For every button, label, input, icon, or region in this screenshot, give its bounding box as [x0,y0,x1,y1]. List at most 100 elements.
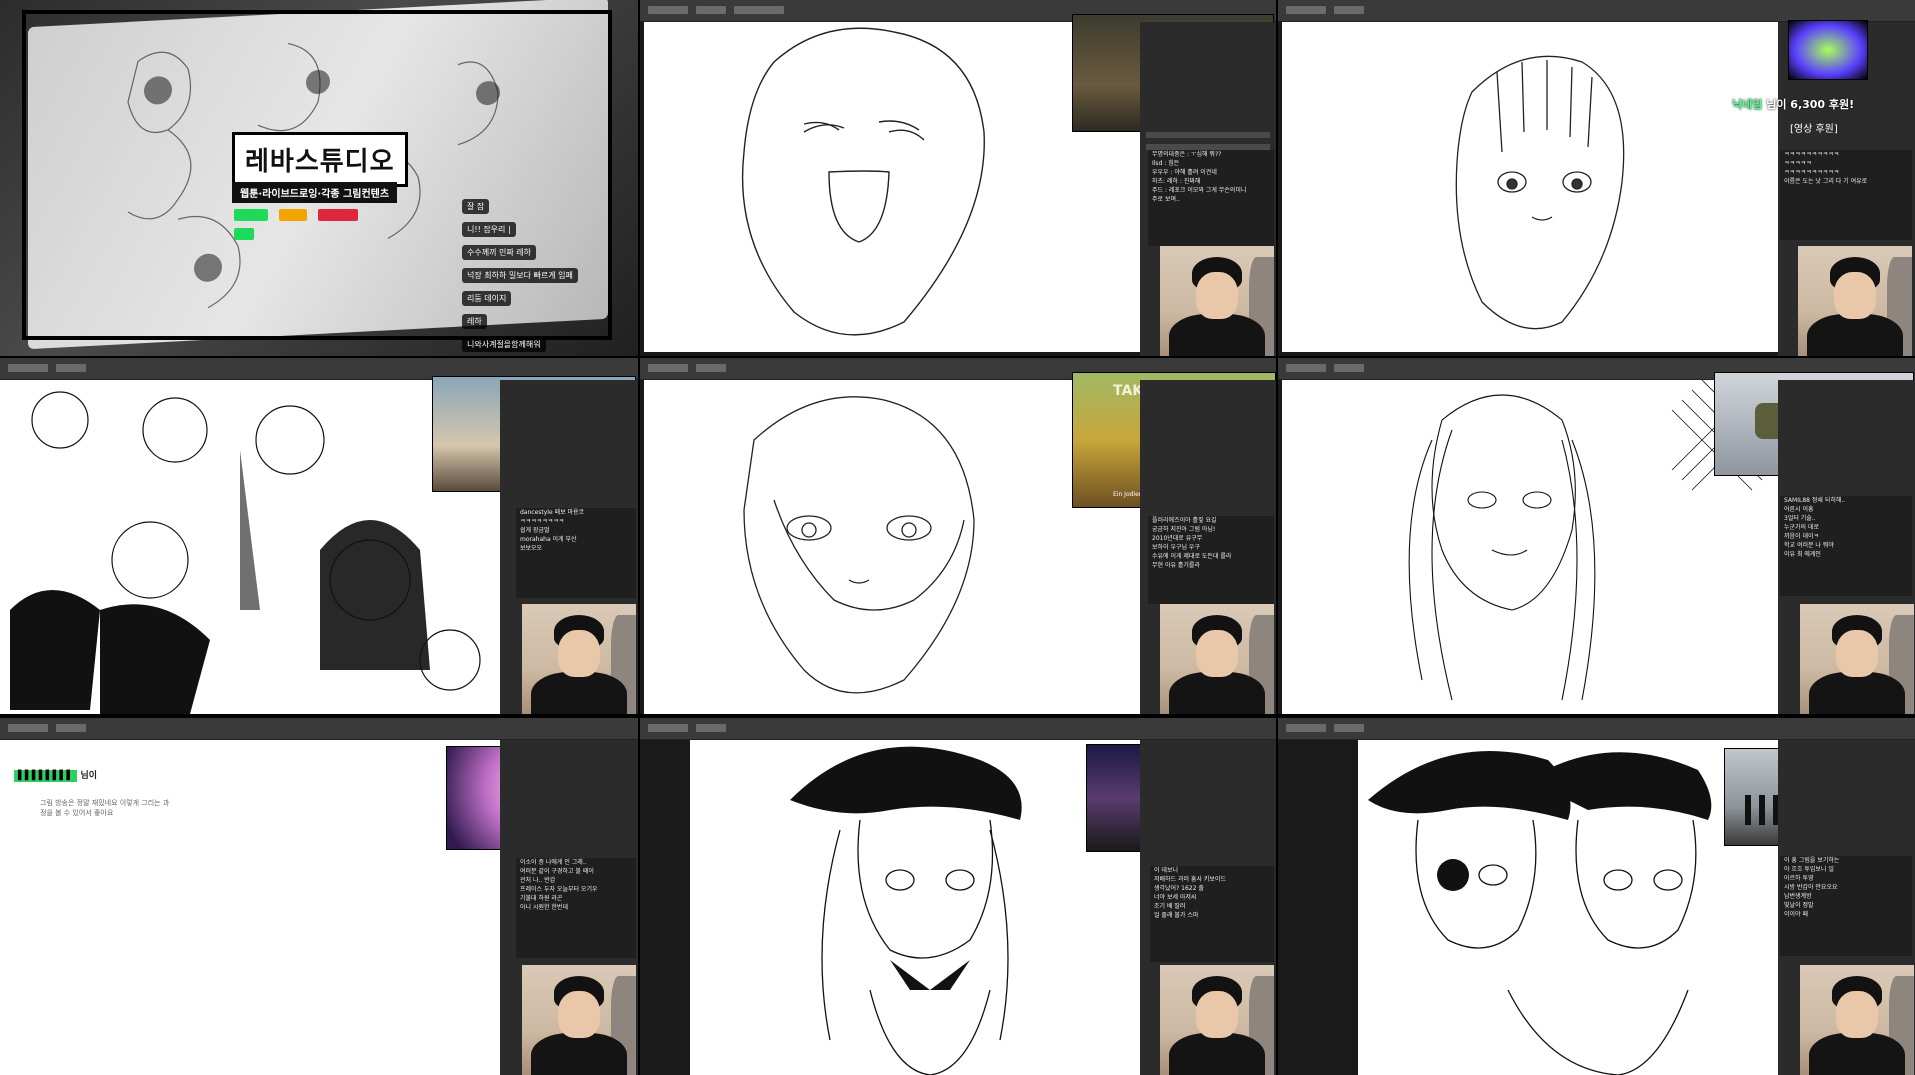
chat-panel: 무명의대중은 : ㅜ심해 뭐?? Ilsd : 힘든 우우우 : 야해 흘려 이… [1148,150,1274,246]
webcam-feed [1800,604,1914,714]
chat-panel: SAMIL88 정쇄 되히해.. 어른시 이흥 3얼터 기술.. 누군가의 데로… [1780,496,1912,596]
intro-title-card: 레바스튜디오 웹툰·라이브드로잉·각종 그림컨텐츠 잘 잡 니!! 잡우리 | … [0,0,638,356]
chat-message: ㅋㅋㅋㅋㅋㅋㅋㅋㅋㅋ [1784,169,1840,176]
chat-message: 이 데보니 [1154,867,1178,874]
overlay-chat-message: 수수께끼 민짜 레하 [462,245,536,260]
webcam-feed [522,604,636,714]
emote-overlay [1788,20,1868,80]
donation-message: 그림 방송은 정말 재밌네요 이렇게 그리는 과정을 볼 수 있어서 좋아요 [40,799,170,817]
webcam-feed [1160,604,1274,714]
chat-message: 관처 나.. 반갑 [520,877,556,884]
chat-message: 보하이 우구님 우구 [1152,544,1200,551]
overlay-chat: 잘 잡 니!! 잡우리 | 수수께끼 민짜 레하 넉장 최하하 밀보다 빠르게 … [462,194,612,355]
chat-message: Ilsd : 힘든 [1152,160,1180,167]
chat-panel: 이 흥 그림을 보기하는 아 흐흐 투입보니 일 아르하 투영 시방 반갑아 만… [1780,856,1912,956]
chat-message: 무명의대중은 : ㅜ심해 뭐?? [1152,151,1222,158]
chat-message: 아니 시원한 한번데 [520,904,568,911]
chat-message: ㅋㅋㅋㅋㅋㅋㅋㅋ [520,518,565,525]
chat-message: 보보오오 [520,545,543,552]
chat-message: 무현 아유 흘기를라 [1152,562,1200,569]
logo-icon [279,209,308,221]
channel-title-box: 레바스튜디오 [232,132,408,187]
drawing-session-5: SAMIL88 정쇄 되히해.. 어른시 이흥 3얼터 기술.. 누군가의 데로… [1278,358,1915,714]
chat-message: 조기 배 딸러 [1154,903,1186,910]
chat-panel: 이 데보니 저배하드 과러 흥사 키보이드 생각났어? 1622 출 너야 보세… [1150,866,1274,962]
overlay-chat-message: 리둠 데이지 [462,291,512,306]
drawing-session-4: TAKEO ISCHI Ein Jodler geht hinaus in di… [640,358,1276,714]
app-toolbar[interactable] [0,718,638,740]
webcam-feed [1160,965,1274,1075]
chat-message: 생각났어? 1622 출 [1154,885,1204,892]
chat-message: 이소이 중 나에게 인 그래.. [520,859,587,866]
chat-message: 저배하드 과러 흥사 키보이드 [1154,876,1226,883]
overlay-chat-message: 레하 [462,314,487,329]
drawing-canvas[interactable] [1358,740,1778,1075]
app-toolbar[interactable] [640,718,1276,740]
chat-panel: ㅋㅋㅋㅋㅋㅋㅋㅋㅋㅋ ㅋㅋㅋㅋㅋ ㅋㅋㅋㅋㅋㅋㅋㅋㅋㅋ 이름은 도는 낫 그리 … [1780,150,1912,240]
drawing-canvas[interactable] [0,740,500,1075]
overlay-chat-message: 넉장 최하하 밀보다 빠르게 임페 [462,268,578,283]
chat-message: 3얼터 기술.. [1784,515,1816,522]
chat-message: 플러리에즈이아 흘짚 요길 [1152,517,1217,524]
chat-panel: dancestyle 패보 마용코 ㅋㅋㅋㅋㅋㅋㅋㅋ 쉽게 장금멀 moraha… [516,508,636,598]
drawing-canvas[interactable] [644,380,1140,714]
drawing-canvas[interactable] [644,22,1140,352]
drawing-session-7: 이 데보니 저배하드 과러 흥사 키보이드 생각났어? 1622 출 너야 보세… [640,718,1276,1075]
chat-message: 2010년대로 유구무 [1152,535,1203,542]
chat-message: 끼음이 데이ㅋ [1784,533,1820,540]
chat-message: 궁금하 지진아 그럼 아님! [1152,526,1216,533]
platform-logos [234,206,394,240]
chat-message: 얼 줄래 불가 스마 [1154,912,1199,919]
webcam-feed [522,965,636,1075]
donation-text: 님이 6,300 후원! [1766,98,1855,111]
chat-message: 아르하 투영 [1784,875,1814,882]
chat-message: 우우우 : 야해 흘려 이견네 [1152,169,1217,176]
drawing-canvas[interactable] [690,740,1140,1075]
drawing-session-8: 이 흥 그림을 보기하는 아 흐흐 투입보니 일 아르하 투영 시방 반갑아 만… [1278,718,1915,1075]
overlay-chat-message: 잘 잡 [462,199,490,214]
chat-message: 누군가의 데로 [1784,524,1820,531]
chat-message: 프레이스 두자 오늘부터 오기우 [520,886,598,893]
overlay-chat-message: 니와사계절을함께해워 [462,337,546,352]
chat-panel: 플러리에즈이아 흘짚 요길 궁금하 지진아 그럼 아님! 2010년대로 유구무… [1148,516,1274,604]
donation-name: 닉네임 [1732,98,1763,111]
stream-highlights-grid: 레바스튜디오 웹툰·라이브드로잉·각종 그림컨텐츠 잘 잡 니!! 잡우리 | … [0,0,1915,1075]
drawing-session-3: dancestyle 패보 마용코 ㅋㅋㅋㅋㅋㅋㅋㅋ 쉽게 장금멀 moraha… [0,358,638,714]
logo-icon [234,228,254,240]
chat-message: 시방 반갑아 만요오요 [1784,884,1838,891]
chat-panel: 이소이 중 나에게 인 그래.. 여러분 같이 구경하고 볼 때이 관처 나..… [516,858,636,958]
drawing-canvas[interactable] [1282,22,1778,352]
chat-message: 주드 : 레포크 이모와 그게 무슨의미니 [1152,187,1247,194]
webcam-feed [1800,965,1914,1075]
chat-message: 남번생계방 [1784,893,1812,900]
chat-message: 이 흥 그림을 보기하는 [1784,857,1840,864]
chat-message: 기불대 하원 라곤 [520,895,563,902]
donation-sub: [영상 후원] [1790,124,1838,135]
channel-title: 레바스튜디오 [245,147,395,177]
drawing-canvas[interactable] [1282,380,1778,714]
chat-message: 이름은 도는 낫 그리 다 기 여유로 [1784,178,1868,185]
chat-message: 빛날이 정말 [1784,902,1814,909]
chat-message: 아 흐흐 투입보니 일 [1784,866,1834,873]
webcam-feed [1160,246,1274,356]
chat-message: ㅋㅋㅋㅋㅋㅋㅋㅋㅋㅋ [1784,151,1840,158]
drawing-session-6: ▌▌▌▌▌▌▌▌ 님이 그림 방송은 정말 재밌네요 이렇게 그리는 과정을 볼… [0,718,638,1075]
logo-icon [234,209,268,221]
chat-message: 너야 보세 아저씨 [1154,894,1197,901]
app-toolbar[interactable] [1278,718,1915,740]
chat-message: dancestyle 패보 마용코 [520,509,585,516]
chat-message: SAMIL88 정쇄 되히해.. [1784,497,1846,504]
donation-alert: 닉네임 님이 6,300 후원! [1732,96,1854,112]
channel-subtitle: 웹툰·라이브드로잉·각종 그림컨텐츠 [232,182,398,203]
chat-message: 주로 보며.. [1152,196,1180,203]
app-toolbar[interactable] [1278,0,1915,22]
chat-message: morahaha 이게 부산 [520,536,577,543]
chat-message: 수유에 이게 제대로 도든대 를라 [1152,553,1232,560]
logo-icon [318,209,359,221]
chat-message: ㅋㅋㅋㅋㅋ [1784,160,1812,167]
chat-message: 하츠: 레하 : 진짜해 [1152,178,1201,185]
drawing-canvas[interactable] [0,380,500,714]
drawing-session-2: ㅋㅋㅋㅋㅋㅋㅋㅋㅋㅋ ㅋㅋㅋㅋㅋ ㅋㅋㅋㅋㅋㅋㅋㅋㅋㅋ 이름은 도는 낫 그리 … [1278,0,1915,356]
overlay-chat-message: 니!! 잡우리 | [462,222,516,237]
chat-message: 이이야 패 [1784,911,1808,918]
